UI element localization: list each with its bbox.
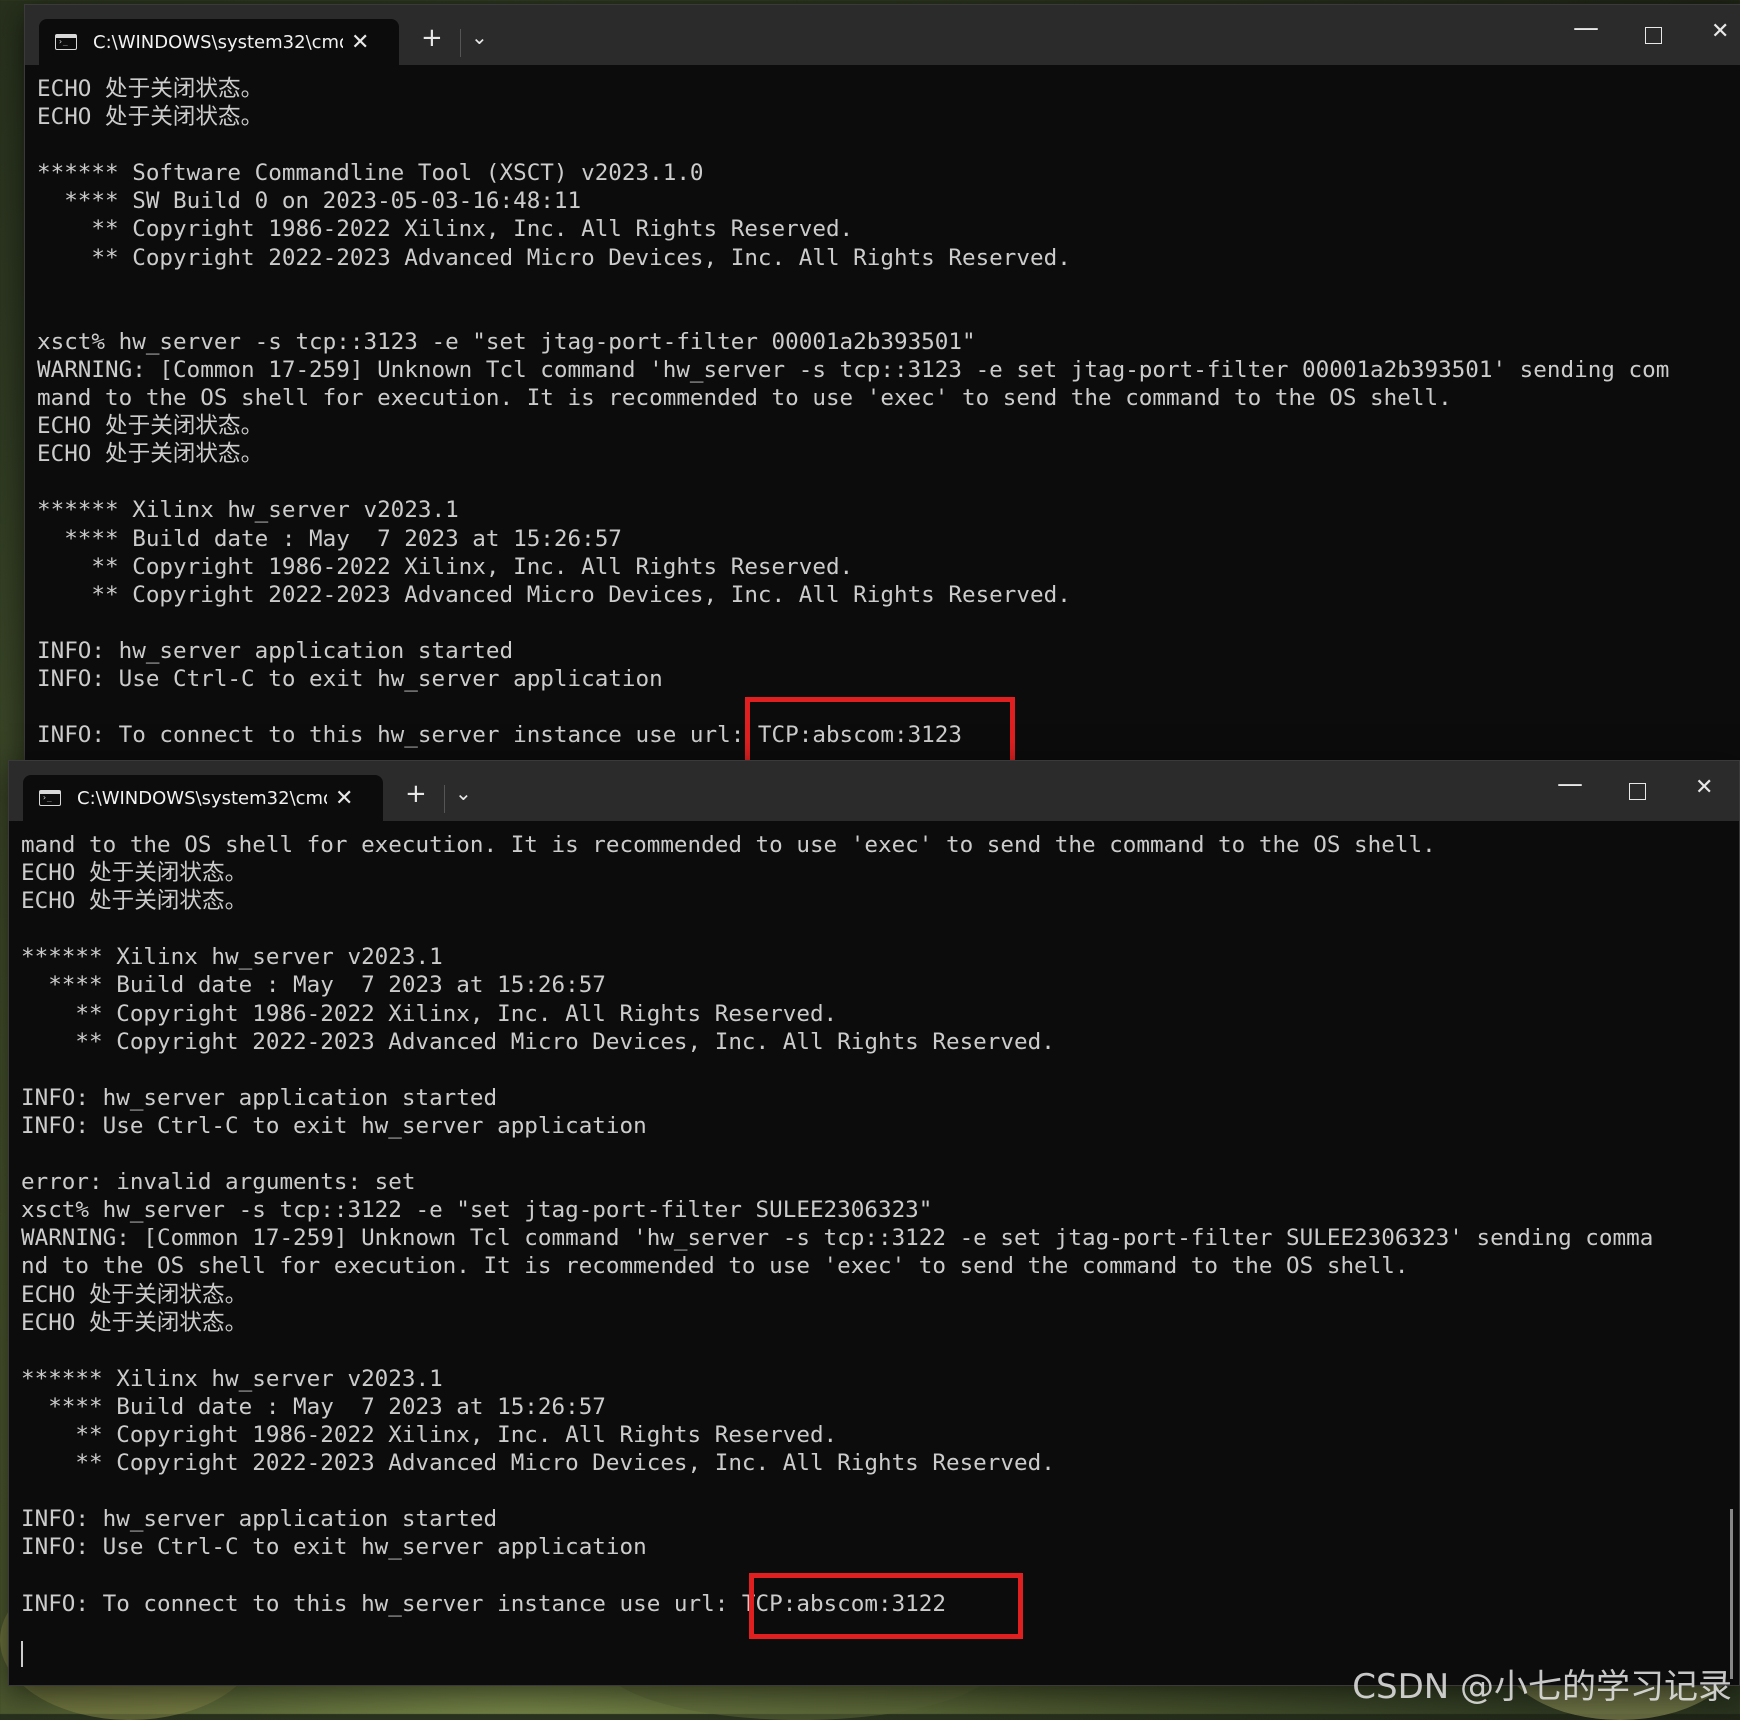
tab-close-icon[interactable]: ✕: [335, 786, 353, 811]
console-line: ECHO 处于关闭状态。: [37, 441, 264, 468]
console-line: ECHO 处于关闭状态。: [21, 888, 248, 915]
terminal-icon: [39, 790, 61, 806]
console-line: ****** Xilinx hw_server v2023.1: [21, 1365, 443, 1392]
console-line: ****** Software Commandline Tool (XSCT) …: [37, 160, 704, 187]
console-line: xsct% hw_server -s tcp::3123 -e "set jta…: [37, 328, 976, 355]
console-output[interactable]: ECHO 处于关闭状态。 ECHO 处于关闭状态。 ****** Software …: [37, 75, 1731, 765]
console-line: WARNING: [Common 17-259] Unknown Tcl com…: [37, 356, 1670, 383]
close-button[interactable]: ✕: [1711, 19, 1729, 44]
maximize-button[interactable]: [1629, 783, 1646, 800]
tab-close-icon[interactable]: ✕: [351, 30, 369, 55]
console-line: INFO: hw_server application started: [37, 637, 514, 664]
console-line: ** Copyright 2022-2023 Advanced Micro De…: [21, 1450, 1055, 1477]
console-line: xsct% hw_server -s tcp::3122 -e "set jta…: [21, 1197, 933, 1224]
console-line: ECHO 处于关闭状态。: [37, 413, 264, 440]
console-output[interactable]: mand to the OS shell for execution. It i…: [21, 831, 1729, 1685]
console-line: ** Copyright 1986-2022 Xilinx, Inc. All …: [21, 1000, 838, 1027]
console-line: **** SW Build 0 on 2023-05-03-16:48:11: [37, 188, 582, 215]
chevron-down-icon[interactable]: ⌄: [471, 25, 488, 49]
terminal-window-front: C:\WINDOWS\system32\cmd. ✕ + ⌄ — ✕ mand …: [8, 760, 1740, 1686]
console-line: ECHO 处于关闭状态。: [37, 104, 264, 131]
minimize-button[interactable]: —: [1573, 13, 1599, 43]
close-button[interactable]: ✕: [1695, 775, 1713, 800]
console-line: INFO: hw_server application started: [21, 1084, 498, 1111]
console-line: **** Build date : May 7 2023 at 15:26:57: [37, 525, 622, 552]
divider: [460, 29, 461, 57]
console-line: ECHO 处于关闭状态。: [21, 1309, 248, 1336]
chevron-down-icon[interactable]: ⌄: [455, 781, 472, 805]
tab-cmd[interactable]: C:\WINDOWS\system32\cmd. ✕: [39, 19, 399, 65]
new-tab-button[interactable]: +: [405, 779, 427, 809]
console-line: mand to the OS shell for execution. It i…: [37, 385, 1452, 412]
console-line: ECHO 处于关闭状态。: [21, 860, 248, 887]
console-line: nd to the OS shell for execution. It is …: [21, 1253, 1409, 1280]
console-line: ** Copyright 2022-2023 Advanced Micro De…: [37, 581, 1071, 608]
console-line: ECHO 处于关闭状态。: [21, 1281, 248, 1308]
terminal-icon: [55, 34, 77, 50]
console-line: ** Copyright 1986-2022 Xilinx, Inc. All …: [37, 216, 854, 243]
console-line: ** Copyright 2022-2023 Advanced Micro De…: [37, 244, 1071, 271]
console-line: WARNING: [Common 17-259] Unknown Tcl com…: [21, 1225, 1654, 1252]
title-bar: C:\WINDOWS\system32\cmd. ✕ + ⌄ — ✕: [9, 761, 1739, 821]
title-bar: C:\WINDOWS\system32\cmd. ✕ + ⌄ — ✕: [25, 5, 1740, 65]
console-line: **** Build date : May 7 2023 at 15:26:57: [21, 972, 606, 999]
console-line: INFO: Use Ctrl-C to exit hw_server appli…: [37, 665, 663, 692]
tab-title: C:\WINDOWS\system32\cmd.: [77, 787, 327, 809]
minimize-button[interactable]: —: [1557, 769, 1583, 799]
divider: [444, 785, 445, 813]
tab-title: C:\WINDOWS\system32\cmd.: [93, 31, 343, 53]
console-line: ** Copyright 1986-2022 Xilinx, Inc. All …: [37, 553, 854, 580]
maximize-button[interactable]: [1645, 27, 1662, 44]
terminal-window-back: C:\WINDOWS\system32\cmd. ✕ + ⌄ — ✕ ECHO …: [24, 4, 1740, 766]
console-line: ****** Xilinx hw_server v2023.1: [37, 497, 459, 524]
console-line: ** Copyright 2022-2023 Advanced Micro De…: [21, 1028, 1055, 1055]
console-line: ECHO 处于关闭状态。: [37, 76, 264, 102]
tab-cmd[interactable]: C:\WINDOWS\system32\cmd. ✕: [23, 775, 383, 821]
console-line: ****** Xilinx hw_server v2023.1: [21, 944, 443, 971]
highlight-box-url: [749, 1573, 1023, 1639]
console-line: **** Build date : May 7 2023 at 15:26:57: [21, 1393, 606, 1420]
console-line: ** Copyright 1986-2022 Xilinx, Inc. All …: [21, 1421, 838, 1448]
scrollbar-thumb[interactable]: [1730, 1509, 1733, 1679]
highlight-box-url: [745, 697, 1015, 765]
console-line: INFO: Use Ctrl-C to exit hw_server appli…: [21, 1112, 647, 1139]
console-line: mand to the OS shell for execution. It i…: [21, 832, 1436, 858]
new-tab-button[interactable]: +: [421, 23, 443, 53]
watermark: CSDN @小七的学习记录: [1352, 1667, 1732, 1707]
console-line: error: invalid arguments: set: [21, 1169, 416, 1196]
console-line: INFO: Use Ctrl-C to exit hw_server appli…: [21, 1534, 647, 1561]
text-cursor: [21, 1641, 23, 1667]
console-line: INFO: hw_server application started: [21, 1506, 498, 1533]
